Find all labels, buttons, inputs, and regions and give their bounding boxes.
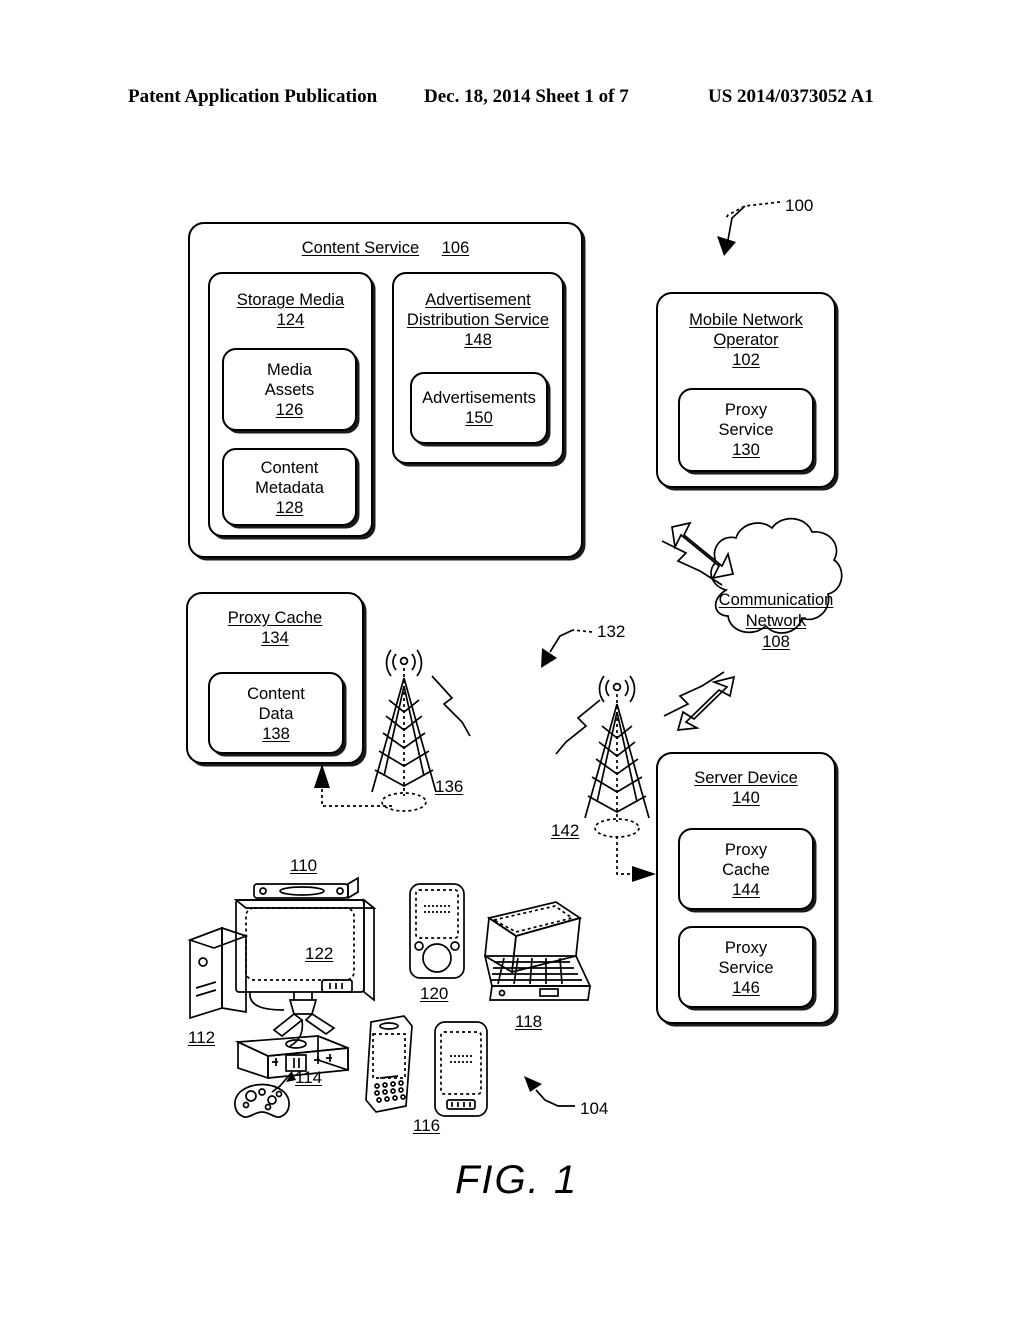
header-publication-text: Patent Application Publication: [128, 86, 378, 107]
advertisements-box: Advertisements 150: [410, 372, 548, 444]
cell-tower-142: [555, 675, 650, 838]
content-metadata-num: 128: [275, 499, 304, 517]
game-console-numeral-114: 114: [295, 1068, 323, 1087]
media-assets-line1: Media: [267, 361, 312, 379]
mobile-network-operator-label: Mobile Network Operator 102: [658, 310, 834, 370]
comm-network-num: 108: [762, 633, 790, 651]
arrow-tower142-to-server-device: [616, 836, 656, 882]
tower-right-numeral-142: 142: [551, 821, 580, 840]
ad-dist-line2: Distribution Service: [406, 311, 550, 329]
smartphone-pda-numeral-116: 116: [413, 1116, 441, 1135]
proxy-service-mno-line1: Proxy: [724, 401, 768, 419]
mno-num: 102: [732, 351, 760, 369]
proxy-cache-server-line2: Cache: [722, 861, 770, 879]
portable-media-player-icon: [409, 883, 465, 979]
content-metadata-box: Content Metadata 128: [222, 448, 357, 526]
ad-dist-line1: Advertisement: [425, 291, 531, 309]
proxy-service-mno-box: Proxy Service 130: [678, 388, 814, 472]
storage-media-title: Storage Media: [236, 291, 345, 309]
content-metadata-line1: Content: [260, 459, 319, 477]
laptop-icon: [483, 901, 592, 1001]
advertisements-title: Advertisements: [422, 389, 536, 407]
figure-vector-layer: [187, 201, 843, 1118]
content-data-line1: Content: [247, 685, 305, 703]
mno-line1: Mobile Network: [689, 311, 803, 329]
downlink-double-arrow-lower: [663, 671, 736, 731]
tower-left-numeral-136: 136: [435, 777, 464, 796]
uplink-double-arrow-upper: [661, 521, 735, 586]
proxy-cache-local-label: Proxy Cache 134: [188, 608, 362, 648]
server-device-num: 140: [732, 789, 760, 807]
content-service-num: 106: [441, 239, 470, 257]
content-service-label: Content Service 106: [190, 238, 581, 258]
advertisements-num: 150: [465, 409, 493, 427]
header-patent-number: US 2014/0373052 A1: [708, 86, 874, 107]
server-device-label: Server Device 140: [658, 768, 834, 808]
media-assets-line2: Assets: [264, 381, 315, 399]
content-metadata-label: Content Metadata 128: [224, 458, 355, 518]
system-numeral-100: 100: [785, 196, 814, 215]
comm-network-line2: Network: [745, 612, 807, 630]
mno-line2: Operator: [713, 331, 779, 349]
header-date-sheet-text: Dec. 18, 2014 Sheet 1 of 7: [424, 86, 629, 107]
laptop-numeral-118: 118: [515, 1012, 543, 1031]
comm-network-line1: Communication: [718, 591, 834, 609]
content-data-box: Content Data 138: [208, 672, 344, 754]
proxy-cache-server-line1: Proxy: [724, 841, 768, 859]
game-console-icon: [234, 1034, 349, 1118]
content-data-line2: Data: [258, 705, 294, 723]
leader-132: [541, 629, 593, 668]
proxy-cache-server-label: Proxy Cache 144: [680, 840, 812, 900]
content-service-title: Content Service: [301, 239, 420, 257]
proxy-service-mno-label: Proxy Service 130: [680, 400, 812, 460]
ad-dist-num: 148: [464, 331, 492, 349]
devices-group-numeral-110: 110: [290, 856, 318, 875]
proxy-service-server-box: Proxy Service 146: [678, 926, 814, 1008]
proxy-service-server-line1: Proxy: [724, 939, 768, 957]
proxy-service-mno-num: 130: [732, 441, 760, 459]
media-assets-num: 126: [275, 401, 304, 419]
wireless-link-numeral-132: 132: [597, 622, 626, 641]
page-header: Patent Application Publication Dec. 18, …: [0, 86, 1024, 114]
advertisements-label: Advertisements 150: [412, 388, 546, 428]
storage-media-num: 124: [276, 311, 305, 329]
client-devices-numeral-104: 104: [580, 1099, 609, 1118]
proxy-service-server-num: 146: [732, 979, 760, 997]
content-data-num: 138: [262, 725, 290, 743]
proxy-service-server-label: Proxy Service 146: [680, 938, 812, 998]
content-data-label: Content Data 138: [210, 684, 342, 744]
proxy-cache-server-num: 144: [732, 881, 760, 899]
desktop-computer-tower-icon: [187, 926, 249, 1020]
monitor-numeral-122: 122: [305, 944, 334, 963]
media-assets-label: Media Assets 126: [224, 360, 355, 420]
advertisement-distribution-label: Advertisement Distribution Service 148: [394, 290, 562, 350]
storage-media-label: Storage Media 124: [210, 290, 371, 330]
proxy-service-mno-line2: Service: [718, 421, 774, 439]
arrow-tower136-to-proxy-cache: [314, 764, 392, 807]
communication-network-cloud-label: Communication Network 108: [690, 590, 862, 653]
content-metadata-line2: Metadata: [255, 479, 324, 497]
desktop-tower-numeral-112: 112: [188, 1028, 216, 1047]
leader-104: [524, 1076, 575, 1107]
media-assets-box: Media Assets 126: [222, 348, 357, 431]
smartphone-icon: [434, 1021, 488, 1117]
proxy-cache-local-num: 134: [261, 629, 289, 647]
pda-device-icon: [365, 1015, 413, 1113]
figure-caption: FIG. 1: [455, 1158, 579, 1202]
media-player-numeral-120: 120: [420, 984, 449, 1003]
proxy-service-server-line2: Service: [718, 959, 774, 977]
server-device-title: Server Device: [694, 769, 798, 787]
proxy-cache-local-title: Proxy Cache: [227, 609, 323, 627]
leader-100: [717, 201, 781, 256]
proxy-cache-server-box: Proxy Cache 144: [678, 828, 814, 910]
